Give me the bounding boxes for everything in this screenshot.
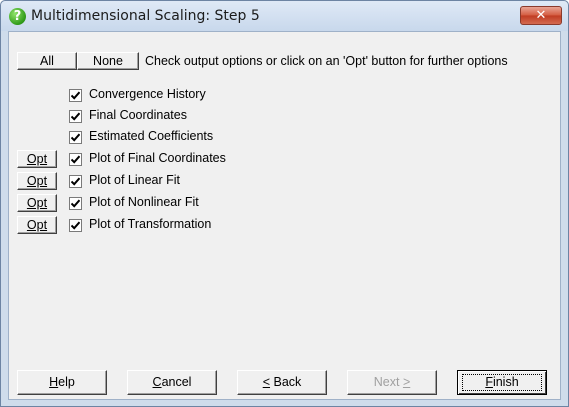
check-icon xyxy=(71,221,80,230)
cancel-label-rest: ancel xyxy=(161,375,192,389)
option-row-convergence-history: Convergence History xyxy=(9,86,409,104)
help-button[interactable]: Help xyxy=(17,370,107,395)
checkbox-estimated-coefficients[interactable] xyxy=(69,131,82,144)
option-row-final-coordinates: Final Coordinates xyxy=(9,107,409,125)
checkbox-plot-transformation[interactable] xyxy=(69,219,82,232)
check-icon xyxy=(71,199,80,208)
option-label: Estimated Coefficients xyxy=(89,129,214,143)
check-icon xyxy=(71,91,80,100)
dialog-window: ? Multidimensional Scaling: Step 5 ✕ All… xyxy=(0,0,569,407)
opt-button-plot-nonlinear-fit[interactable]: Opt xyxy=(17,194,57,212)
cancel-button[interactable]: Cancel xyxy=(127,370,217,395)
back-mnemonic: < xyxy=(262,375,271,389)
focus-ring xyxy=(462,374,542,391)
option-row-plot-final-coordinates: Opt Plot of Final Coordinates xyxy=(9,150,409,168)
check-icon xyxy=(71,155,80,164)
option-label: Plot of Linear Fit xyxy=(89,173,181,187)
opt-button-plot-final-coordinates[interactable]: Opt xyxy=(17,150,57,168)
title-bar[interactable]: ? Multidimensional Scaling: Step 5 ✕ xyxy=(1,1,568,31)
checkbox-plot-linear-fit[interactable] xyxy=(69,175,82,188)
option-label: Convergence History xyxy=(89,87,206,101)
check-icon xyxy=(71,133,80,142)
option-row-plot-transformation: Opt Plot of Transformation xyxy=(9,216,409,234)
next-label-prefix: Next xyxy=(373,375,403,389)
next-mnemonic: > xyxy=(402,375,411,389)
checkbox-plot-nonlinear-fit[interactable] xyxy=(69,197,82,210)
opt-button-plot-transformation[interactable]: Opt xyxy=(17,216,57,234)
help-label-rest: elp xyxy=(58,375,75,389)
option-row-plot-linear-fit: Opt Plot of Linear Fit xyxy=(9,172,409,190)
help-mnemonic: H xyxy=(49,375,59,389)
option-row-estimated-coefficients: Estimated Coefficients xyxy=(9,128,409,146)
opt-button-plot-linear-fit[interactable]: Opt xyxy=(17,172,57,190)
next-button[interactable]: Next > xyxy=(347,370,437,395)
back-label-rest: Back xyxy=(270,375,302,389)
option-row-plot-nonlinear-fit: Opt Plot of Nonlinear Fit xyxy=(9,194,409,212)
help-icon: ? xyxy=(9,8,26,25)
checkbox-plot-final-coordinates[interactable] xyxy=(69,153,82,166)
back-button[interactable]: < Back xyxy=(237,370,327,395)
option-label: Final Coordinates xyxy=(89,108,187,122)
close-button[interactable]: ✕ xyxy=(520,6,562,25)
none-button[interactable]: None xyxy=(77,52,139,70)
instruction-text: Check output options or click on an 'Opt… xyxy=(145,54,508,68)
option-label: Plot of Nonlinear Fit xyxy=(89,195,199,209)
checkbox-final-coordinates[interactable] xyxy=(69,110,82,123)
check-icon xyxy=(71,177,80,186)
checkbox-convergence-history[interactable] xyxy=(69,89,82,102)
finish-button[interactable]: Finish xyxy=(457,370,547,395)
window-title: Multidimensional Scaling: Step 5 xyxy=(31,8,260,24)
option-label: Plot of Final Coordinates xyxy=(89,151,226,165)
option-label: Plot of Transformation xyxy=(89,217,212,231)
all-button[interactable]: All xyxy=(17,52,77,70)
check-icon xyxy=(71,112,80,121)
dialog-body: All None Check output options or click o… xyxy=(8,31,561,400)
close-icon: ✕ xyxy=(535,8,547,23)
cancel-mnemonic: C xyxy=(152,375,162,389)
